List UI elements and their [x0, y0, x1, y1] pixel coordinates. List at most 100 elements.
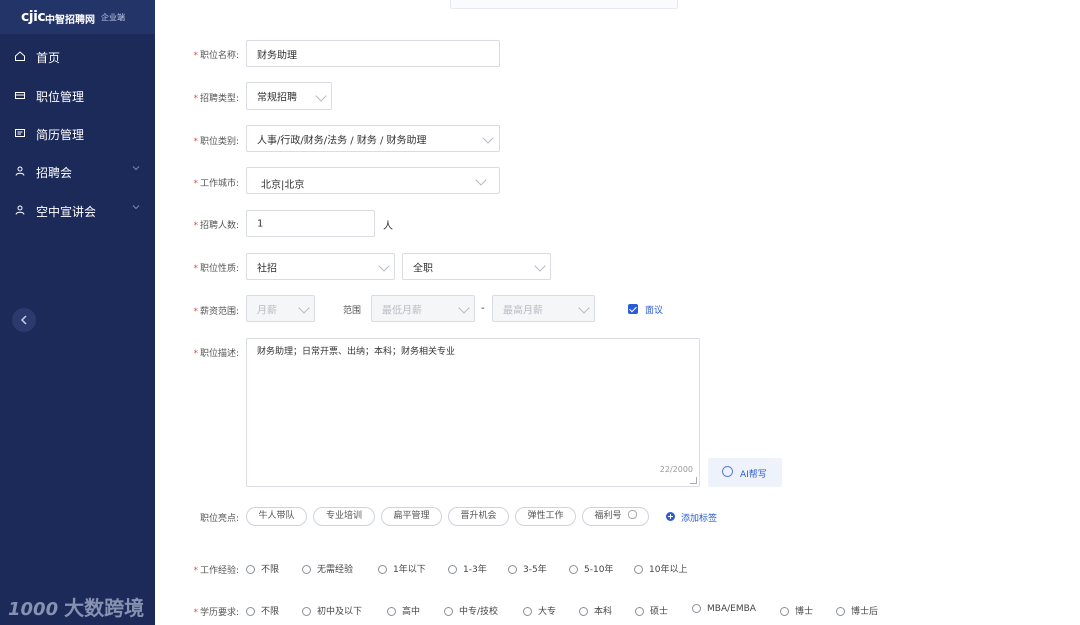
education-option[interactable]: 高中 — [387, 604, 420, 617]
radio-icon — [836, 607, 845, 616]
education-option[interactable]: 硕士 — [635, 604, 668, 617]
education-option[interactable]: MBA/EMBA — [692, 604, 756, 614]
radio-icon — [302, 565, 311, 574]
job-name-value: 财务助理 — [257, 50, 297, 61]
recruit-type-select[interactable]: 常规招聘 — [246, 82, 332, 110]
headcount-input[interactable]: 1 — [246, 210, 375, 237]
sidebar-item-home[interactable]: 首页 — [0, 38, 155, 76]
job-nature-label: * 职位性质: — [193, 264, 239, 274]
education-option[interactable]: 本科 — [579, 604, 612, 617]
ai-write-button[interactable]: AI帮写 — [708, 458, 782, 487]
chevron-left-icon — [20, 315, 27, 325]
highlight-tag-label: 福利号 — [594, 511, 622, 521]
sidebar-item-label: 首页 — [36, 51, 61, 65]
education-option[interactable]: 不限 — [246, 604, 279, 617]
negotiable-label[interactable]: 面议 — [645, 303, 663, 316]
sidebar-item-label: 职位管理 — [36, 90, 85, 104]
work-city-select[interactable]: 北京|北京 — [246, 167, 500, 194]
salary-range-label: 范围 — [343, 306, 362, 316]
highlight-tag[interactable]: 晋升机会 — [448, 507, 509, 526]
chevron-down-icon — [132, 166, 140, 171]
radio-icon — [634, 565, 643, 574]
experience-option[interactable]: 10年以上 — [634, 562, 687, 575]
ai-write-label: AI帮写 — [740, 470, 767, 480]
education-option[interactable]: 中专/技校 — [444, 604, 498, 617]
salary-max-placeholder: 最高月薪 — [503, 305, 543, 316]
ai-icon — [722, 466, 733, 477]
sidebar-item-online-talk[interactable]: 空中宣讲会 — [0, 192, 155, 230]
headcount-unit: 人 — [383, 221, 393, 232]
recruit-type-label: * 招聘类型: — [193, 94, 239, 104]
highlight-tag[interactable]: 弹性工作 — [515, 507, 576, 526]
headcount-label: * 招聘人数: — [193, 221, 239, 231]
salary-period-placeholder: 月薪 — [257, 305, 277, 316]
education-option[interactable]: 博士后 — [836, 604, 878, 617]
chevron-down-icon — [534, 260, 546, 272]
job-nature-select[interactable]: 社招 — [246, 253, 395, 280]
sidebar-item-resumes[interactable]: 简历管理 — [0, 115, 155, 153]
radio-icon — [508, 565, 517, 574]
person-icon — [15, 166, 25, 176]
work-city-label: * 工作城市: — [193, 179, 239, 189]
radio-icon — [378, 565, 387, 574]
resume-icon — [15, 129, 25, 137]
salary-max-select[interactable]: 最高月薪 — [492, 295, 595, 322]
highlight-tag[interactable]: 牛人带队 — [246, 507, 307, 526]
job-nature-value: 社招 — [257, 263, 277, 274]
home-icon — [15, 51, 25, 61]
recruit-type-value: 常规招聘 — [257, 92, 297, 104]
education-option[interactable]: 大专 — [523, 604, 556, 617]
salary-period-select[interactable]: 月薪 — [246, 295, 315, 322]
watermark: 1000 大数跨境 — [8, 592, 144, 621]
radio-icon — [302, 607, 311, 616]
logo-name: 中智招聘网 — [45, 15, 95, 26]
person-icon — [15, 205, 25, 215]
watermark-digits: 1000 — [8, 599, 59, 620]
experience-label: * 工作经验: — [193, 566, 239, 576]
employment-type-value: 全职 — [413, 263, 433, 274]
description-label: * 职位描述: — [193, 349, 239, 359]
resize-handle-icon[interactable] — [690, 477, 697, 484]
negotiable-checkbox[interactable] — [628, 304, 638, 314]
chevron-down-icon — [132, 205, 140, 210]
chevron-down-icon — [315, 90, 327, 102]
experience-option[interactable]: 5-10年 — [569, 562, 613, 575]
sidebar: cjic 中智招聘网 企业端 首页 职位管理 简历管理 招聘会 空中宣讲会 10… — [0, 0, 155, 625]
job-name-input[interactable]: 财务助理 — [246, 40, 500, 67]
employment-type-select[interactable]: 全职 — [402, 253, 551, 280]
job-category-select[interactable]: 人事/行政/财务/法务 / 财务 / 财务助理 — [246, 125, 500, 152]
headcount-value: 1 — [257, 218, 264, 229]
salary-min-placeholder: 最低月薪 — [382, 305, 422, 316]
experience-option[interactable]: 不限 — [246, 562, 279, 575]
radio-icon — [246, 607, 255, 616]
plus-circle-icon[interactable] — [666, 512, 675, 521]
highlight-tag[interactable]: 扁平管理 — [381, 507, 442, 526]
salary-separator: - — [481, 303, 485, 314]
sidebar-item-jobs[interactable]: 职位管理 — [0, 77, 155, 115]
add-tag-button[interactable]: 添加标签 — [681, 511, 717, 524]
logo-subtitle: 企业端 — [101, 13, 125, 22]
experience-option[interactable]: 1-3年 — [448, 562, 487, 575]
education-option[interactable]: 初中及以下 — [302, 604, 362, 617]
education-option[interactable]: 博士 — [780, 604, 813, 617]
chevron-down-icon — [298, 302, 310, 314]
radio-icon — [387, 607, 396, 616]
highlight-tag[interactable]: 专业培训 — [313, 507, 375, 526]
radio-icon — [448, 565, 457, 574]
salary-min-select[interactable]: 最低月薪 — [371, 295, 475, 322]
job-name-label: * 职位名称: — [193, 51, 239, 61]
radio-icon — [246, 565, 255, 574]
work-city-chip: 北京|北京 — [261, 180, 305, 191]
job-category-label: * 职位类别: — [193, 137, 239, 147]
highlight-tag-removable[interactable]: 福利号 — [582, 507, 649, 526]
sidebar-collapse-button[interactable] — [12, 308, 36, 332]
radio-icon — [579, 607, 588, 616]
description-textarea[interactable]: 财务助理；日常开票、出纳；本科；财务相关专业 22/2000 — [246, 338, 700, 487]
experience-option[interactable]: 1年以下 — [378, 562, 426, 575]
salary-label: * 薪资范围: — [193, 307, 239, 317]
experience-option[interactable]: 3-5年 — [508, 562, 547, 575]
sidebar-item-job-fair[interactable]: 招聘会 — [0, 153, 155, 191]
remove-tag-icon[interactable] — [627, 510, 637, 519]
highlights-label: 职位亮点: — [199, 514, 239, 524]
experience-option[interactable]: 无需经验 — [302, 562, 353, 575]
